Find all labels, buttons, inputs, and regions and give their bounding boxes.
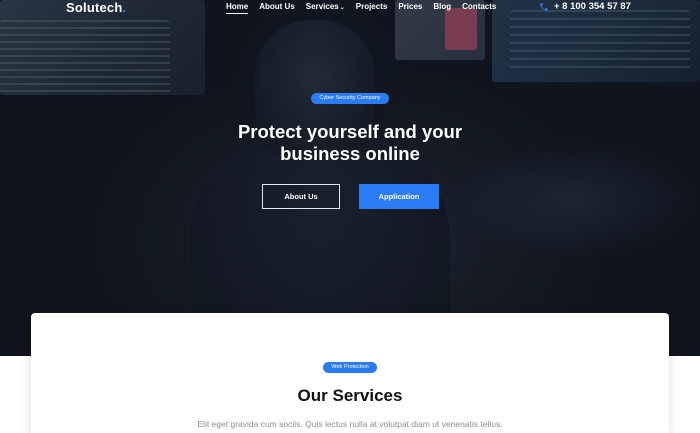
- nav-item-services-label: Services: [305, 2, 339, 11]
- about-us-button[interactable]: About Us: [262, 184, 340, 209]
- top-navigation: Solutech. Home About Us Services⌄ Projec…: [0, 0, 700, 16]
- nav-item-projects[interactable]: Projects: [356, 2, 388, 11]
- nav-item-home[interactable]: Home: [226, 2, 249, 14]
- nav-item-contacts[interactable]: Contacts: [462, 2, 496, 11]
- nav-item-services[interactable]: Services⌄: [306, 2, 345, 11]
- logo-dot: .: [122, 0, 127, 15]
- nav-item-prices[interactable]: Prices: [398, 2, 422, 11]
- services-card: [31, 313, 669, 433]
- services-title: Our Services: [297, 386, 403, 405]
- services-subtitle: Elit eget gravida cum sociis. Quis lectu…: [197, 419, 503, 429]
- logo-text: Solutech: [66, 0, 123, 15]
- chevron-down-icon: ⌄: [339, 5, 345, 11]
- phone-icon: [540, 2, 548, 11]
- phone-number: + 8 100 354 57 87: [554, 1, 631, 12]
- services-badge: Web Protection: [323, 362, 377, 373]
- nav-item-about-us[interactable]: About Us: [259, 2, 295, 11]
- main-menu: Home About Us Services⌄ Projects Prices …: [226, 2, 507, 14]
- hero-section: Solutech. Home About Us Services⌄ Projec…: [0, 0, 700, 356]
- hero-title: Protect yourself and your business onlin…: [237, 121, 463, 164]
- phone-link[interactable]: + 8 100 354 57 87: [539, 1, 631, 12]
- site-logo[interactable]: Solutech.: [66, 0, 126, 15]
- application-button[interactable]: Application: [359, 184, 439, 209]
- nav-item-blog[interactable]: Blog: [433, 2, 451, 11]
- hero-overlay: [0, 0, 700, 356]
- hero-badge: Cyber Security Company: [311, 93, 389, 104]
